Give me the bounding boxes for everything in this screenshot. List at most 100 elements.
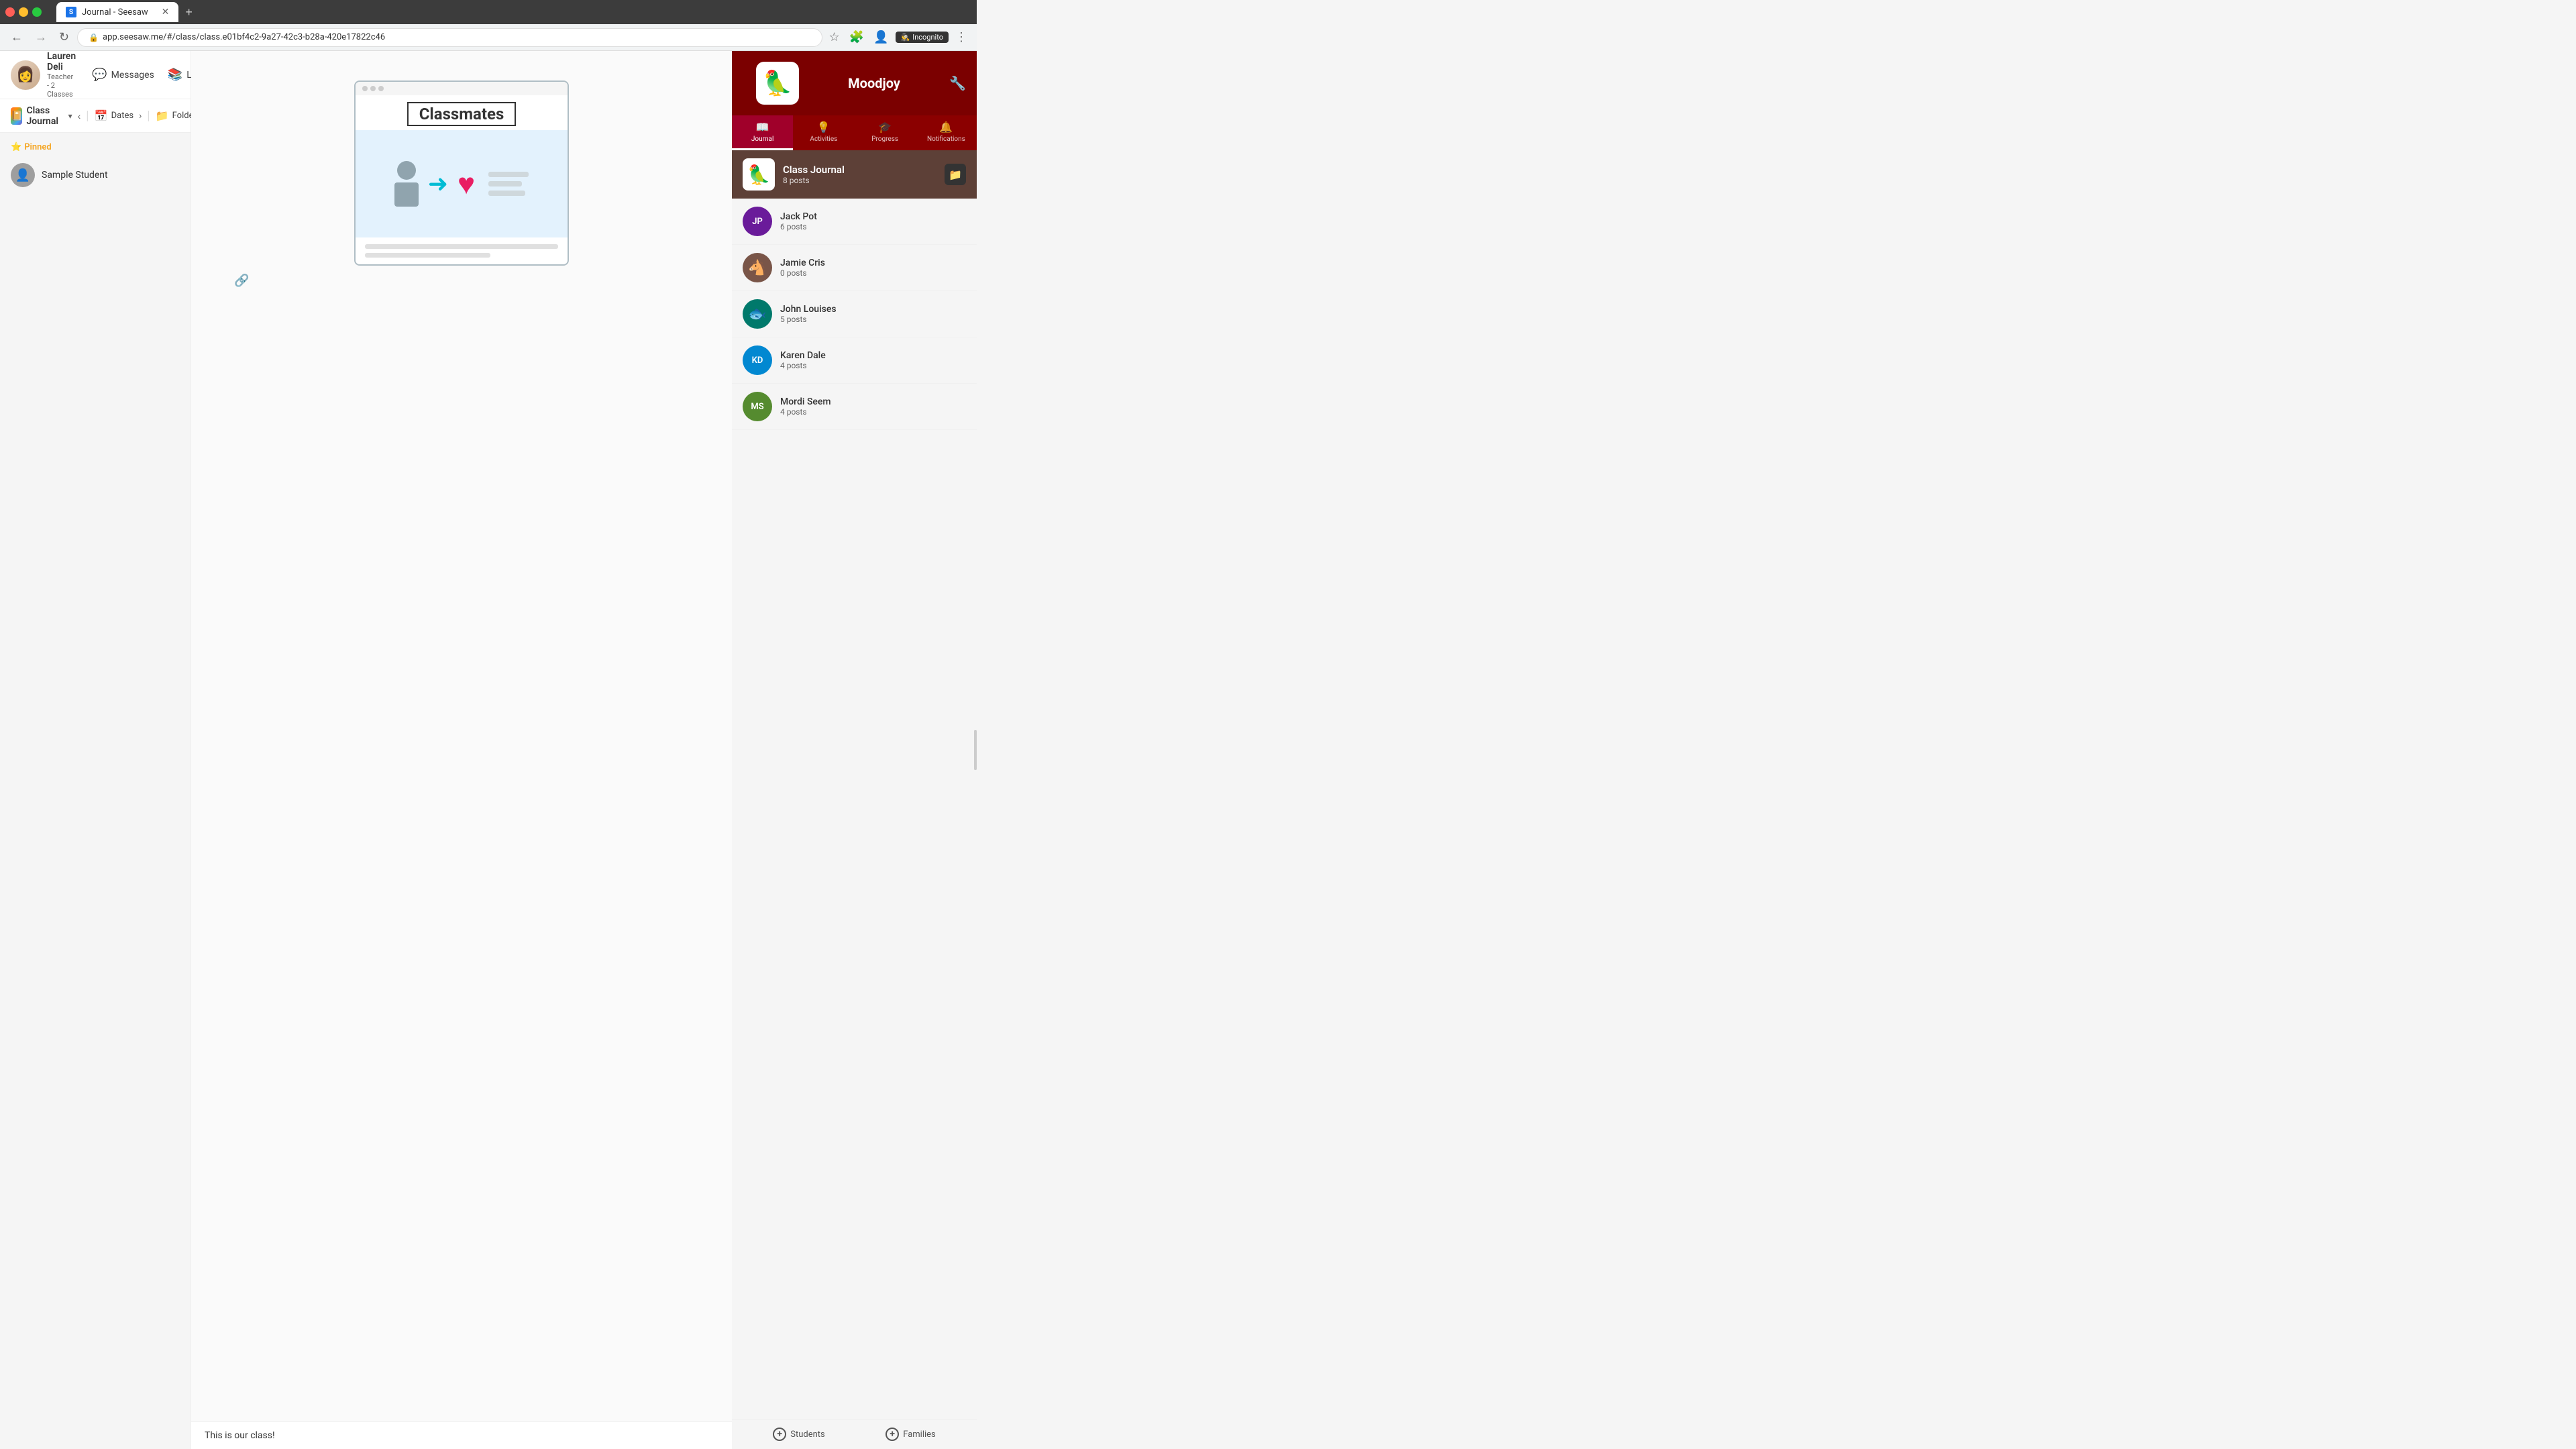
window-min[interactable] <box>19 7 28 17</box>
avatar-jc: 🐴 <box>743 253 772 282</box>
class-journal-info: Class Journal 8 posts <box>783 164 845 185</box>
main-content: Classmates ➜ ♥ <box>191 51 732 1449</box>
right-panel: 🦜 Moodjoy 🔧 📖 Journal 💡 Activities 🎓 Pro… <box>732 51 977 1449</box>
secure-icon: 🔒 <box>89 33 99 42</box>
tab-title: Journal - Seesaw <box>82 7 148 17</box>
forward-button[interactable]: → <box>31 28 51 47</box>
arrow-icon: ➜ <box>428 170 448 198</box>
messages-label: Messages <box>111 70 154 80</box>
dropdown-arrow-icon: ▾ <box>68 111 72 121</box>
dates-button[interactable]: 📅 Dates <box>95 109 133 122</box>
calendar-icon: 📅 <box>95 109 108 122</box>
student-item-jp[interactable]: JP Jack Pot 6 posts <box>732 199 977 245</box>
tab-journal[interactable]: 📖 Journal <box>732 115 793 150</box>
journal-tab-icon: 📖 <box>756 121 769 133</box>
class-journal-item[interactable]: 🦜 Class Journal 8 posts 📁 <box>732 150 977 199</box>
link-icon-button[interactable]: 🔗 <box>234 274 249 288</box>
student-item-jc[interactable]: 🐴 Jamie Cris 0 posts <box>732 245 977 291</box>
card-bottom-lines <box>356 237 568 264</box>
messages-link[interactable]: 💬 Messages <box>92 68 154 82</box>
prev-nav-button[interactable]: ‹ <box>78 111 81 121</box>
student-avatar: 👤 <box>11 163 35 187</box>
student-ms-name: Mordi Seem <box>780 396 831 407</box>
notifications-tab-icon: 🔔 <box>939 121 953 133</box>
folder-button[interactable]: 📁 <box>945 164 966 185</box>
student-item-ms[interactable]: MS Mordi Seem 4 posts <box>732 384 977 430</box>
post-caption: This is our class! <box>191 1421 732 1449</box>
top-bar: 👩 Lauren Deli Teacher - 2 Classes 💬 Mess… <box>0 51 191 99</box>
student-item-jl[interactable]: 🐟 John Louises 5 posts <box>732 291 977 337</box>
progress-tab-icon: 🎓 <box>878 121 892 133</box>
tab-notifications[interactable]: 🔔 Notifications <box>916 115 977 150</box>
students-list: JP Jack Pot 6 posts 🐴 Jamie Cris 0 posts… <box>732 199 977 1419</box>
browser-chrome: S Journal - Seesaw ✕ + <box>0 0 977 24</box>
url-text: app.seesaw.me/#/class/class.e01bf4c2-9a2… <box>103 32 385 42</box>
class-selector[interactable]: 📔 Class Journal ▾ <box>11 105 72 127</box>
families-footer-button[interactable]: + Families <box>885 1428 936 1441</box>
user-role: Teacher - 2 Classes <box>47 72 76 99</box>
user-info: 👩 Lauren Deli Teacher - 2 Classes <box>11 51 76 99</box>
avatar-kd: KD <box>743 345 772 375</box>
window-max[interactable] <box>32 7 42 17</box>
pinned-section: ⭐ Pinned 👤 Sample Student <box>11 142 180 191</box>
dot-1 <box>362 86 368 91</box>
student-item-kd[interactable]: KD Karen Dale 4 posts <box>732 337 977 384</box>
user-avatar[interactable]: 👩 <box>11 60 40 90</box>
card-image-area: ➜ ♥ <box>356 130 568 237</box>
add-families-icon: + <box>885 1428 899 1441</box>
student-jp-info: Jack Pot 6 posts <box>780 211 817 231</box>
class-journal-name: Class Journal <box>783 164 845 176</box>
students-footer-label: Students <box>790 1430 825 1440</box>
folder-icon: 📁 <box>156 109 169 122</box>
nav-arrow-right-icon: › <box>139 111 142 121</box>
class-journal-avatar: 🦜 <box>743 158 775 191</box>
user-details: Lauren Deli Teacher - 2 Classes <box>47 51 76 99</box>
tab-favicon: S <box>66 7 76 17</box>
tab-close-icon[interactable]: ✕ <box>162 7 170 17</box>
refresh-button[interactable]: ↻ <box>55 28 73 47</box>
pinned-label: ⭐ Pinned <box>11 142 180 152</box>
panel-tabs: 📖 Journal 💡 Activities 🎓 Progress 🔔 Noti… <box>732 115 977 150</box>
card-lines-right <box>488 172 529 196</box>
moodjoy-mascot: 🦜 <box>756 62 799 105</box>
sidebar-content: ⭐ Pinned 👤 Sample Student <box>0 133 191 1449</box>
panel-footer: + Students + Families <box>732 1419 977 1449</box>
card-title: Classmates <box>407 102 517 126</box>
progress-tab-label: Progress <box>871 136 898 143</box>
window-close[interactable] <box>5 7 15 17</box>
tab-activities[interactable]: 💡 Activities <box>793 115 854 150</box>
student-jp-posts: 6 posts <box>780 222 817 231</box>
tab-progress[interactable]: 🎓 Progress <box>855 115 916 150</box>
person-figure <box>394 161 419 207</box>
address-field[interactable]: 🔒 app.seesaw.me/#/class/class.e01bf4c2-9… <box>77 28 822 47</box>
menu-icon[interactable]: ⋮ <box>953 28 970 47</box>
browser-tab[interactable]: S Journal - Seesaw ✕ <box>56 2 178 22</box>
settings-button[interactable]: 🔧 <box>949 75 966 92</box>
dot-3 <box>378 86 384 91</box>
moodjoy-title: Moodjoy <box>799 75 949 91</box>
moodjoy-header: 🦜 Moodjoy 🔧 <box>732 51 977 115</box>
new-tab-button[interactable]: + <box>185 5 193 19</box>
back-button[interactable]: ← <box>7 28 27 47</box>
profile-icon[interactable]: 👤 <box>871 28 891 47</box>
bookmark-icon[interactable]: ☆ <box>826 28 843 47</box>
students-footer-button[interactable]: + Students <box>773 1428 825 1441</box>
app-container: 👩 Lauren Deli Teacher - 2 Classes 💬 Mess… <box>0 51 977 1449</box>
student-item[interactable]: 👤 Sample Student <box>11 159 180 191</box>
journal-tab-label: Journal <box>751 136 774 143</box>
student-jc-name: Jamie Cris <box>780 258 825 268</box>
avatar-jp: JP <box>743 207 772 236</box>
student-jl-name: John Louises <box>780 304 837 315</box>
person-body <box>394 182 419 207</box>
avatar-ms: MS <box>743 392 772 421</box>
separator2: | <box>147 109 150 123</box>
post-card: Classmates ➜ ♥ <box>354 80 569 266</box>
student-jl-posts: 5 posts <box>780 315 837 324</box>
student-jc-posts: 0 posts <box>780 268 825 278</box>
student-kd-name: Karen Dale <box>780 350 826 361</box>
student-kd-info: Karen Dale 4 posts <box>780 350 826 370</box>
separator: | <box>86 109 89 123</box>
student-name: Sample Student <box>42 170 108 180</box>
add-students-icon: + <box>773 1428 786 1441</box>
extensions-icon[interactable]: 🧩 <box>847 28 867 47</box>
